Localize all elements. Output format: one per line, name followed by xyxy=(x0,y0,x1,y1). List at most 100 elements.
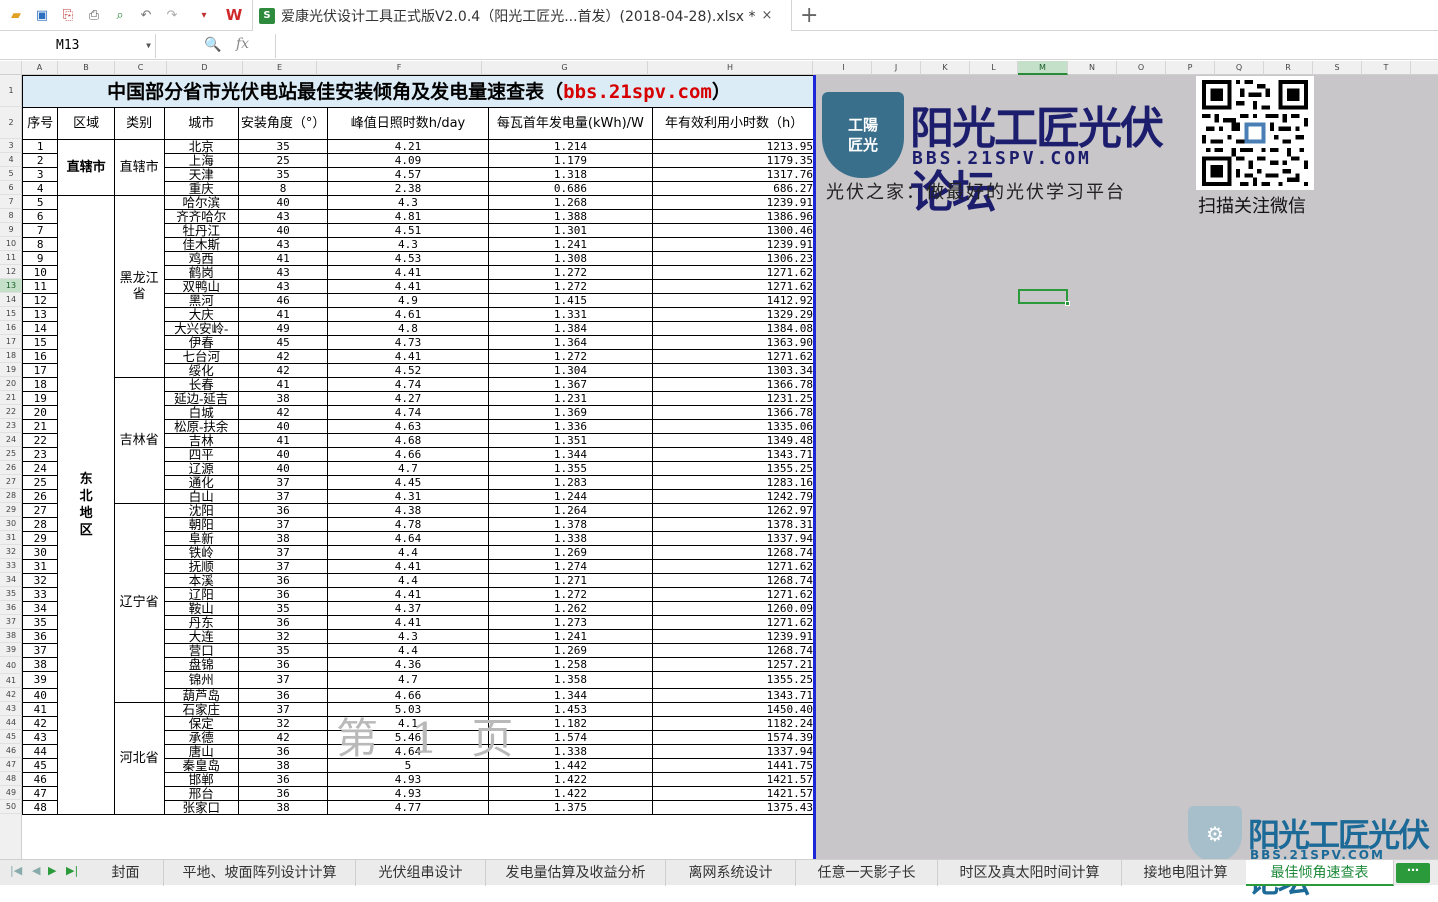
city-cell[interactable]: 重庆 xyxy=(163,181,239,196)
region-cell[interactable]: 直辖市 xyxy=(57,139,115,196)
serial-cell[interactable]: 20 xyxy=(22,405,59,420)
yield-per-watt-cell[interactable]: 1.272 xyxy=(487,349,654,364)
serial-cell[interactable]: 3 xyxy=(22,167,59,182)
wps-logo-icon[interactable]: W xyxy=(224,5,244,25)
angle-cell[interactable]: 36 xyxy=(237,587,329,602)
yield-per-watt-cell[interactable]: 1.179 xyxy=(487,153,654,168)
city-cell[interactable]: 张家口 xyxy=(163,800,239,815)
angle-cell[interactable]: 41 xyxy=(237,377,329,392)
city-cell[interactable]: 哈尔滨 xyxy=(163,195,239,210)
yield-per-watt-cell[interactable]: 1.272 xyxy=(487,265,654,280)
row-header-37[interactable]: 37 xyxy=(0,615,22,629)
yield-per-watt-cell[interactable]: 1.283 xyxy=(487,475,654,490)
angle-cell[interactable]: 37 xyxy=(237,517,329,532)
angle-cell[interactable]: 35 xyxy=(237,643,329,658)
city-cell[interactable]: 通化 xyxy=(163,475,239,490)
city-cell[interactable]: 鸡西 xyxy=(163,251,239,266)
row-header-3[interactable]: 3 xyxy=(0,139,22,153)
city-cell[interactable]: 唐山 xyxy=(163,744,239,759)
city-cell[interactable]: 石家庄 xyxy=(163,702,239,717)
angle-cell[interactable]: 8 xyxy=(237,181,329,196)
serial-cell[interactable]: 21 xyxy=(22,419,59,434)
row-header-13[interactable]: 13 xyxy=(0,279,22,293)
annual-hours-cell[interactable]: 1441.75 xyxy=(652,758,816,773)
annual-hours-cell[interactable]: 1421.57 xyxy=(652,786,816,801)
serial-cell[interactable]: 24 xyxy=(22,461,59,476)
serial-cell[interactable]: 30 xyxy=(22,545,59,560)
angle-cell[interactable]: 36 xyxy=(237,744,329,759)
column-header-k[interactable]: K xyxy=(921,61,970,75)
city-cell[interactable]: 白城 xyxy=(163,405,239,420)
print-preview-icon[interactable]: ⌕ xyxy=(110,5,130,25)
angle-cell[interactable]: 37 xyxy=(237,475,329,490)
column-header-m[interactable]: M xyxy=(1018,61,1068,75)
angle-cell[interactable]: 25 xyxy=(237,153,329,168)
serial-cell[interactable]: 9 xyxy=(22,251,59,266)
annual-hours-cell[interactable]: 1182.24 xyxy=(652,716,816,731)
city-cell[interactable]: 铁岭 xyxy=(163,545,239,560)
angle-cell[interactable]: 38 xyxy=(237,800,329,815)
formula-input[interactable] xyxy=(275,34,1435,58)
angle-cell[interactable]: 40 xyxy=(237,223,329,238)
city-cell[interactable]: 辽阳 xyxy=(163,587,239,602)
city-cell[interactable]: 佳木斯 xyxy=(163,237,239,252)
peak-hours-cell[interactable]: 4.7 xyxy=(327,671,489,689)
peak-hours-cell[interactable]: 4.31 xyxy=(327,489,489,504)
row-header-23[interactable]: 23 xyxy=(0,419,22,433)
row-header-2[interactable]: 2 xyxy=(0,107,22,139)
peak-hours-cell[interactable]: 4.41 xyxy=(327,559,489,574)
angle-cell[interactable]: 37 xyxy=(237,489,329,504)
annual-hours-cell[interactable]: 1366.78 xyxy=(652,405,816,420)
annual-hours-cell[interactable]: 1412.92 xyxy=(652,293,816,308)
serial-cell[interactable]: 15 xyxy=(22,335,59,350)
row-header-50[interactable]: 50 xyxy=(0,800,22,814)
row-header-41[interactable]: 41 xyxy=(0,674,22,688)
city-cell[interactable]: 吉林 xyxy=(163,433,239,448)
open-folder-icon[interactable]: ▰ xyxy=(6,5,26,25)
angle-cell[interactable]: 41 xyxy=(237,307,329,322)
yield-per-watt-cell[interactable]: 1.338 xyxy=(487,531,654,546)
undo-icon[interactable]: ↶ xyxy=(136,5,156,25)
row-header-39[interactable]: 39 xyxy=(0,643,22,657)
city-cell[interactable]: 鞍山 xyxy=(163,601,239,616)
column-header-q[interactable]: Q xyxy=(1215,61,1264,75)
serial-cell[interactable]: 5 xyxy=(22,195,59,210)
row-header-22[interactable]: 22 xyxy=(0,405,22,419)
peak-hours-cell[interactable]: 4.73 xyxy=(327,335,489,350)
peak-hours-cell[interactable]: 4.4 xyxy=(327,573,489,588)
serial-cell[interactable]: 27 xyxy=(22,503,59,518)
angle-cell[interactable]: 49 xyxy=(237,321,329,336)
yield-per-watt-cell[interactable]: 1.415 xyxy=(487,293,654,308)
column-header-a[interactable]: A xyxy=(22,61,58,75)
serial-cell[interactable]: 44 xyxy=(22,744,59,759)
city-cell[interactable]: 长春 xyxy=(163,377,239,392)
yield-per-watt-cell[interactable]: 0.686 xyxy=(487,181,654,196)
serial-cell[interactable]: 39 xyxy=(22,671,59,689)
peak-hours-cell[interactable]: 4.8 xyxy=(327,321,489,336)
peak-hours-cell[interactable]: 4.51 xyxy=(327,223,489,238)
city-cell[interactable]: 北京 xyxy=(163,139,239,154)
serial-cell[interactable]: 25 xyxy=(22,475,59,490)
sheet-tab-1[interactable]: 封面 xyxy=(88,860,164,886)
annual-hours-cell[interactable]: 1271.62 xyxy=(652,265,816,280)
column-header-b[interactable]: B xyxy=(58,61,115,75)
row-header-7[interactable]: 7 xyxy=(0,195,22,209)
angle-cell[interactable]: 37 xyxy=(237,702,329,717)
city-cell[interactable]: 丹东 xyxy=(163,615,239,630)
yield-per-watt-cell[interactable]: 1.358 xyxy=(487,671,654,689)
row-header-28[interactable]: 28 xyxy=(0,489,22,503)
row-header-14[interactable]: 14 xyxy=(0,293,22,307)
row-header-33[interactable]: 33 xyxy=(0,559,22,573)
annual-hours-cell[interactable]: 1306.23 xyxy=(652,251,816,266)
serial-cell[interactable]: 10 xyxy=(22,265,59,280)
angle-cell[interactable]: 36 xyxy=(237,573,329,588)
serial-cell[interactable]: 1 xyxy=(22,139,59,154)
sheet-tab-3[interactable]: 光伏组串设计 xyxy=(356,860,486,886)
column-header-cell[interactable]: 城市 xyxy=(163,107,239,140)
peak-hours-cell[interactable]: 2.38 xyxy=(327,181,489,196)
row-header-26[interactable]: 26 xyxy=(0,461,22,475)
serial-cell[interactable]: 8 xyxy=(22,237,59,252)
angle-cell[interactable]: 40 xyxy=(237,195,329,210)
peak-hours-cell[interactable]: 4.77 xyxy=(327,800,489,815)
city-cell[interactable]: 邯郸 xyxy=(163,772,239,787)
